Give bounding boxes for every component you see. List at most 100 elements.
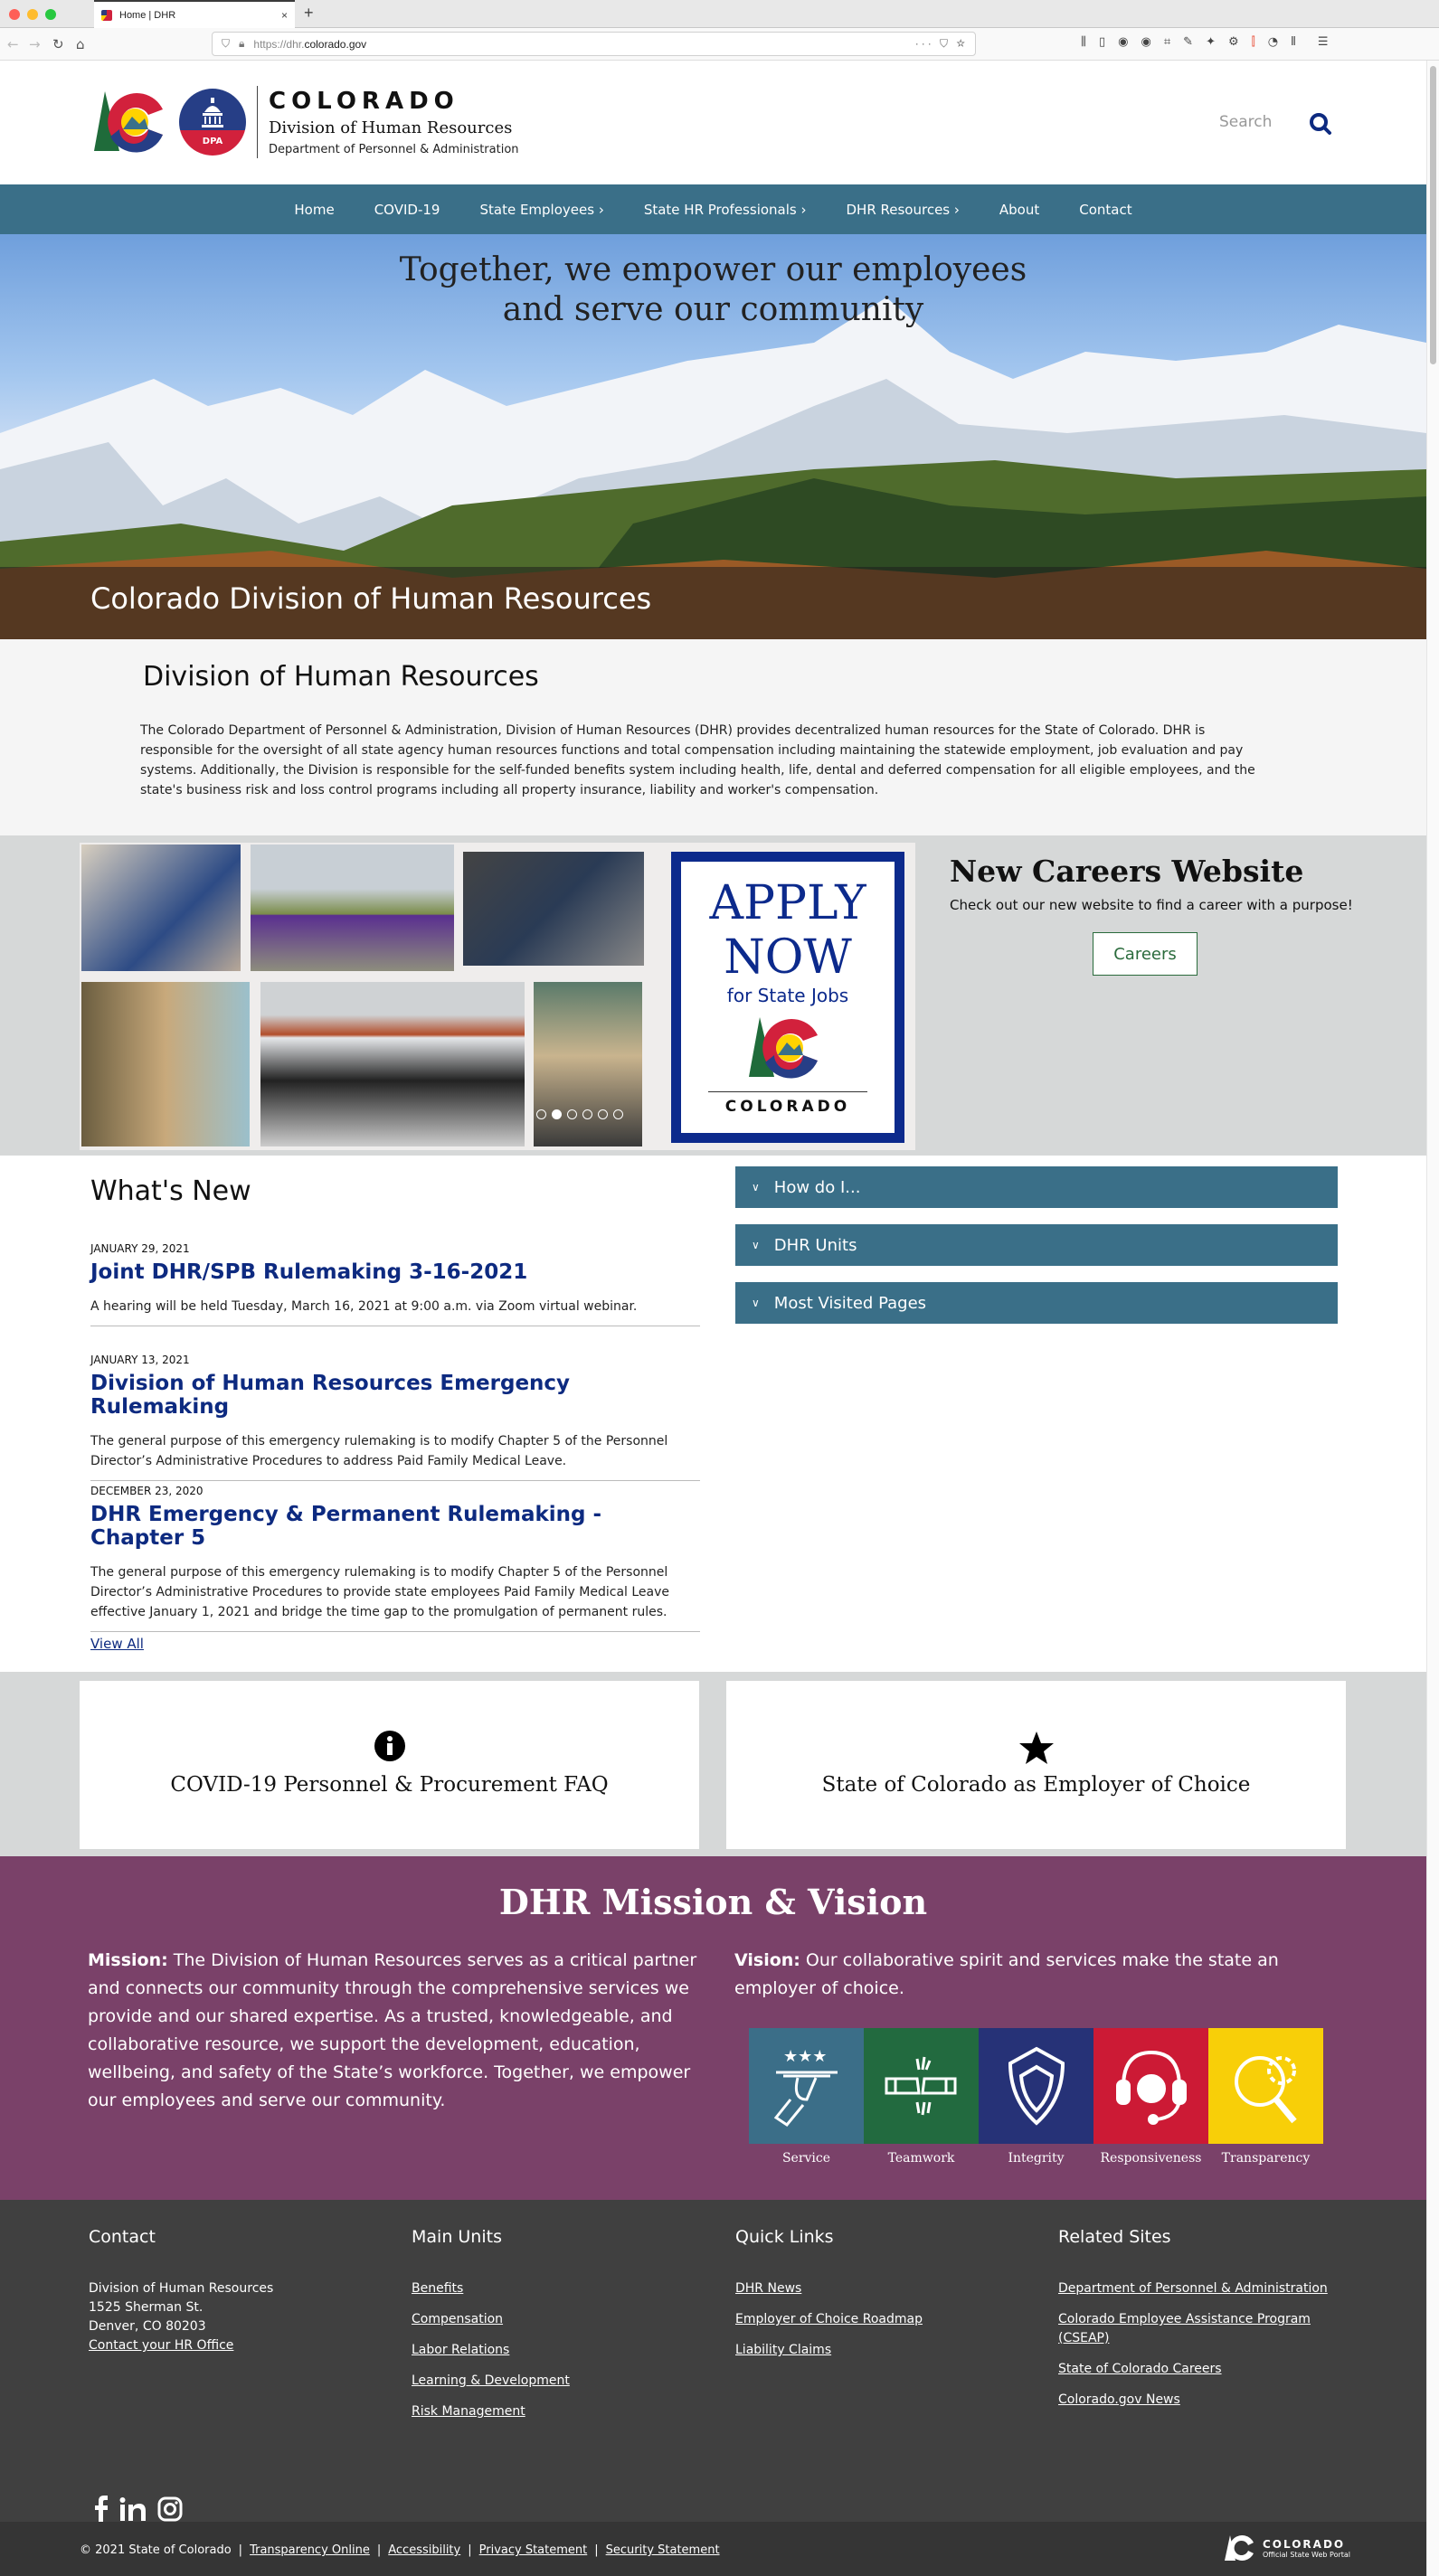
facebook-icon[interactable]: [94, 2496, 109, 2523]
apply-now-banner[interactable]: APPLY NOW for State Jobs COLORADO: [660, 843, 915, 1150]
footer-link-dpa[interactable]: Department of Personnel & Administration: [1058, 2279, 1348, 2298]
news-title-link[interactable]: DHR Emergency & Permanent Rulemaking - C…: [90, 1503, 700, 1550]
footer-link-benefits[interactable]: Benefits: [412, 2279, 570, 2298]
brand-state: COLORADO: [269, 88, 459, 115]
photo-carousel[interactable]: [80, 843, 660, 1150]
info-icon: [374, 1731, 405, 1761]
employee-photo: [81, 982, 250, 1146]
footer-main-units: Main Units Benefits Compensation Labor R…: [412, 2227, 570, 2433]
minimize-window-button[interactable]: [27, 9, 38, 20]
copyright: © 2021 State of Colorado: [80, 2543, 232, 2557]
nav-about[interactable]: About: [980, 202, 1059, 218]
value-label: Integrity: [1008, 2151, 1065, 2166]
library-icon[interactable]: ⫼: [1081, 35, 1086, 49]
footer-link-employer-roadmap[interactable]: Employer of Choice Roadmap: [735, 2310, 923, 2329]
extension-icon[interactable]: ⚙: [1228, 35, 1239, 49]
carousel-dots: [536, 1109, 623, 1119]
footer-link-compensation[interactable]: Compensation: [412, 2310, 570, 2329]
home-icon[interactable]: ⌂: [76, 36, 85, 52]
value-integrity: Integrity: [979, 2028, 1093, 2166]
value-label: Responsiveness: [1100, 2151, 1202, 2166]
maximize-window-button[interactable]: [45, 9, 56, 20]
new-tab-button[interactable]: +: [304, 4, 314, 23]
nav-dhr-resources[interactable]: DHR Resources ›: [826, 202, 979, 218]
accordion-dhr-units[interactable]: ∨ DHR Units: [735, 1224, 1338, 1266]
employee-photo: [251, 845, 454, 971]
colorado-portal-logo[interactable]: COLORADO Official State Web Portal: [1225, 2534, 1350, 2562]
footer-link-dhr-news[interactable]: DHR News: [735, 2279, 923, 2298]
carousel-dot[interactable]: [598, 1109, 608, 1119]
address-line: Denver, CO 80203: [89, 2319, 206, 2334]
scrollbar[interactable]: [1426, 61, 1439, 2576]
portal-subtitle: Official State Web Portal: [1263, 2550, 1351, 2559]
news-title-link[interactable]: Division of Human Resources Emergency Ru…: [90, 1372, 700, 1419]
back-icon[interactable]: ←: [7, 36, 19, 52]
transparency-online-link[interactable]: Transparency Online: [250, 2543, 370, 2557]
url-bar[interactable]: ⛉ 🔒︎ https://dhr. colorado.gov ··· ⛉ ☆: [212, 32, 976, 56]
feature-cards: COVID-19 Personnel & Procurement FAQ Sta…: [0, 1672, 1426, 1856]
privacy-statement-link[interactable]: Privacy Statement: [479, 2543, 588, 2557]
footer-link-learning-development[interactable]: Learning & Development: [412, 2372, 570, 2391]
carousel-dot[interactable]: [567, 1109, 577, 1119]
footer-link-labor-relations[interactable]: Labor Relations: [412, 2341, 570, 2360]
accordion-how-do-i[interactable]: ∨ How do I...: [735, 1166, 1338, 1208]
search-icon[interactable]: [1308, 111, 1333, 137]
forward-icon[interactable]: →: [29, 36, 41, 52]
carousel-dot[interactable]: [536, 1109, 546, 1119]
carousel-dot[interactable]: [613, 1109, 623, 1119]
social-links: [94, 2496, 183, 2523]
menu-icon[interactable]: ☰: [1318, 35, 1329, 49]
chevron-down-icon: ∨: [752, 1239, 760, 1251]
news-title-link[interactable]: Joint DHR/SPB Rulemaking 3-16-2021: [90, 1260, 700, 1284]
view-all-link[interactable]: View All: [90, 1636, 144, 1652]
footer-link-risk-management[interactable]: Risk Management: [412, 2402, 570, 2421]
nav-state-hr-professionals[interactable]: State HR Professionals ›: [624, 202, 827, 218]
eyedropper-icon[interactable]: ✎: [1183, 35, 1193, 49]
site-logo[interactable]: DPA COLORADO Division of Human Resources…: [92, 86, 519, 158]
footer-heading: Quick Links: [735, 2227, 834, 2247]
reload-icon[interactable]: ↻: [52, 36, 64, 52]
accordion-most-visited-pages[interactable]: ∨ Most Visited Pages: [735, 1282, 1338, 1324]
address-line: 1525 Sherman St.: [89, 2300, 204, 2315]
scrollbar-thumb[interactable]: [1430, 66, 1436, 364]
star-icon: [1018, 1731, 1054, 1764]
close-tab-icon[interactable]: ×: [281, 9, 288, 22]
nav-state-employees[interactable]: State Employees ›: [459, 202, 623, 218]
extension-icon[interactable]: ◉: [1118, 35, 1128, 49]
hero-tagline-line2: and serve our community: [502, 291, 924, 328]
carousel-dot[interactable]: [582, 1109, 592, 1119]
crop-icon[interactable]: ⌗: [1164, 35, 1170, 49]
footer-link-cseap[interactable]: Colorado Employee Assistance Program (CS…: [1058, 2310, 1348, 2348]
nav-home[interactable]: Home: [274, 202, 354, 218]
page-actions-icon[interactable]: ··· ⛉ ☆: [915, 37, 968, 51]
main-nav: Home COVID-19 State Employees › State HR…: [0, 184, 1426, 234]
search-input[interactable]: Search: [1219, 113, 1272, 131]
carousel-dot-active[interactable]: [552, 1109, 562, 1119]
nav-contact[interactable]: Contact: [1059, 202, 1151, 218]
hero-caption-band: Colorado Division of Human Resources: [0, 567, 1426, 639]
legal-links: © 2021 State of Colorado | Transparency On…: [80, 2543, 720, 2557]
footer-link-liability-claims[interactable]: Liability Claims: [735, 2341, 923, 2360]
magnifier-gear-icon: [1234, 2056, 1297, 2124]
footer-link-state-careers[interactable]: State of Colorado Careers: [1058, 2360, 1348, 2379]
linkedin-icon[interactable]: [119, 2497, 147, 2521]
extension-icon[interactable]: ⫿: [1252, 35, 1255, 49]
careers-button[interactable]: Careers: [1093, 932, 1198, 976]
account-icon[interactable]: ◔: [1268, 35, 1278, 49]
covid-faq-card[interactable]: COVID-19 Personnel & Procurement FAQ: [80, 1681, 699, 1849]
footer-link-colorado-gov-news[interactable]: Colorado.gov News: [1058, 2391, 1348, 2410]
footer-heading: Main Units: [412, 2227, 502, 2247]
browser-tab[interactable]: Home | DHR ×: [94, 0, 295, 28]
extension-icon[interactable]: ◉: [1141, 35, 1150, 49]
accessibility-link[interactable]: Accessibility: [388, 2543, 460, 2557]
security-statement-link[interactable]: Security Statement: [606, 2543, 720, 2557]
close-window-button[interactable]: [9, 9, 20, 20]
instagram-icon[interactable]: [157, 2496, 183, 2522]
extension-icon[interactable]: ✦: [1206, 35, 1216, 49]
extension-icon[interactable]: ⦀: [1291, 35, 1296, 49]
apply-line2: NOW: [724, 930, 852, 985]
nav-covid-19[interactable]: COVID-19: [355, 202, 460, 218]
contact-hr-office-link[interactable]: Contact your HR Office: [89, 2336, 273, 2355]
employer-of-choice-card[interactable]: State of Colorado as Employer of Choice: [726, 1681, 1346, 1849]
sidebar-icon[interactable]: ▯: [1099, 35, 1105, 49]
